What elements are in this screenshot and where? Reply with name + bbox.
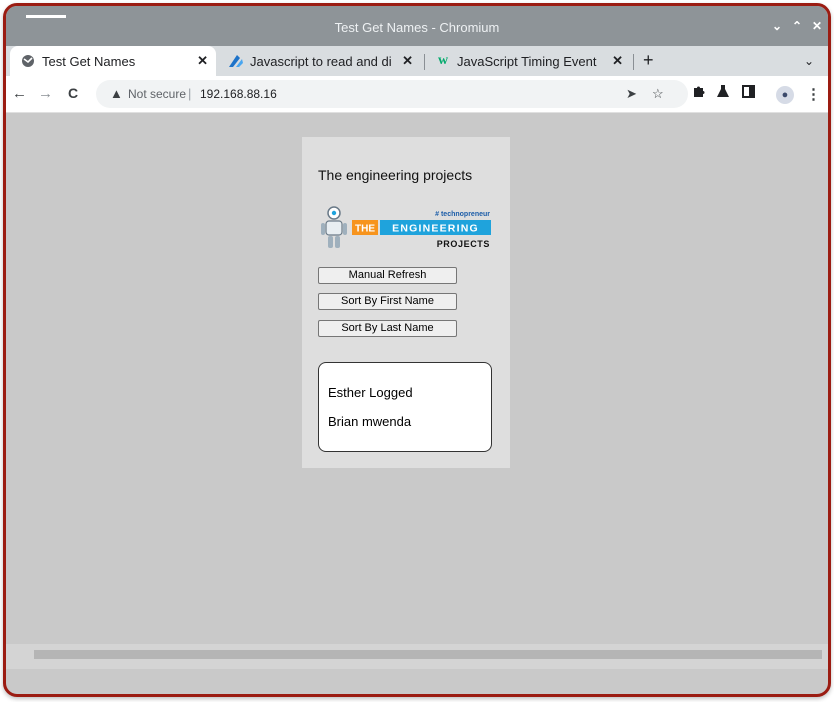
sort-first-name-button[interactable]: Sort By First Name — [318, 293, 457, 310]
logo-the: THE — [355, 224, 375, 235]
list-item: Esther Logged — [328, 385, 413, 400]
page-viewport: The engineering projects # technopreneur… — [6, 113, 828, 669]
tab-search-button[interactable]: ⌄ — [804, 54, 814, 68]
globe-icon — [20, 53, 36, 69]
tab-close-button[interactable]: ✕ — [402, 53, 413, 69]
tab-label: Test Get Names — [42, 53, 136, 69]
address-divider: | — [188, 86, 192, 101]
title-bar-decoration — [26, 15, 66, 18]
minimize-button[interactable]: ⌄ — [772, 19, 782, 33]
engineering-projects-logo: # technopreneur THE ENGINEERING PROJECTS — [318, 203, 494, 255]
names-list: Esther Logged Brian mwenda — [318, 362, 492, 452]
browser-menu-icon[interactable]: ⋮ — [806, 85, 821, 103]
tab-test-get-names[interactable]: Test Get Names ✕ — [10, 46, 216, 76]
sort-last-name-button[interactable]: Sort By Last Name — [318, 320, 457, 337]
title-bar: Test Get Names - Chromium ⌄ ⌃ ✕ — [6, 6, 828, 46]
security-status[interactable]: Not secure — [128, 87, 186, 101]
forward-button[interactable]: → — [38, 85, 53, 102]
tab-close-button[interactable]: ✕ — [197, 53, 208, 69]
browser-toolbar: ← → C ▲ Not secure | 192.168.88.16 ➤ ☆ ●… — [6, 76, 828, 113]
close-window-button[interactable]: ✕ — [812, 19, 822, 33]
w3schools-icon: w — [437, 53, 449, 68]
page-heading: The engineering projects — [318, 167, 473, 183]
window-title: Test Get Names - Chromium — [334, 20, 500, 35]
url-text[interactable]: 192.168.88.16 — [200, 87, 277, 101]
maximize-button[interactable]: ⌃ — [792, 19, 802, 33]
tab-label: Javascript to read and di — [250, 53, 392, 69]
horizontal-scrollbar[interactable] — [6, 644, 828, 669]
logo-engineering: ENGINEERING — [392, 223, 479, 235]
manual-refresh-button[interactable]: Manual Refresh — [318, 267, 457, 284]
tab-javascript-read[interactable]: Javascript to read and di ✕ — [218, 46, 421, 76]
tab-label: JavaScript Timing Event — [457, 53, 597, 69]
lab-flask-icon[interactable] — [716, 84, 730, 102]
logo-projects: PROJECTS — [437, 239, 490, 249]
tab-javascript-timing[interactable]: w JavaScript Timing Event ✕ — [425, 46, 631, 76]
new-tab-button[interactable]: + — [643, 50, 654, 71]
star-icon[interactable]: ☆ — [652, 86, 664, 102]
side-panel-icon[interactable] — [742, 85, 755, 102]
back-button[interactable]: ← — [12, 85, 27, 102]
warning-icon[interactable]: ▲ — [110, 86, 123, 101]
tab-strip: Test Get Names ✕ Javascript to read and … — [6, 46, 828, 76]
tab-separator — [633, 54, 634, 70]
extensions-puzzle-icon[interactable] — [692, 84, 706, 102]
address-bar[interactable]: ▲ Not secure | 192.168.88.16 ➤ ☆ — [96, 80, 688, 108]
app-card: The engineering projects # technopreneur… — [302, 137, 510, 468]
scrollbar-thumb[interactable] — [34, 650, 822, 659]
profile-avatar-icon[interactable]: ● — [776, 86, 794, 104]
browser-window: Test Get Names - Chromium ⌄ ⌃ ✕ Test Get… — [3, 3, 831, 697]
logo-tagline: # technopreneur — [435, 211, 490, 218]
edge-blue-icon — [228, 53, 244, 69]
reload-button[interactable]: C — [68, 85, 78, 101]
tab-close-button[interactable]: ✕ — [612, 53, 623, 69]
list-item: Brian mwenda — [328, 414, 412, 429]
send-icon[interactable]: ➤ — [626, 86, 637, 102]
